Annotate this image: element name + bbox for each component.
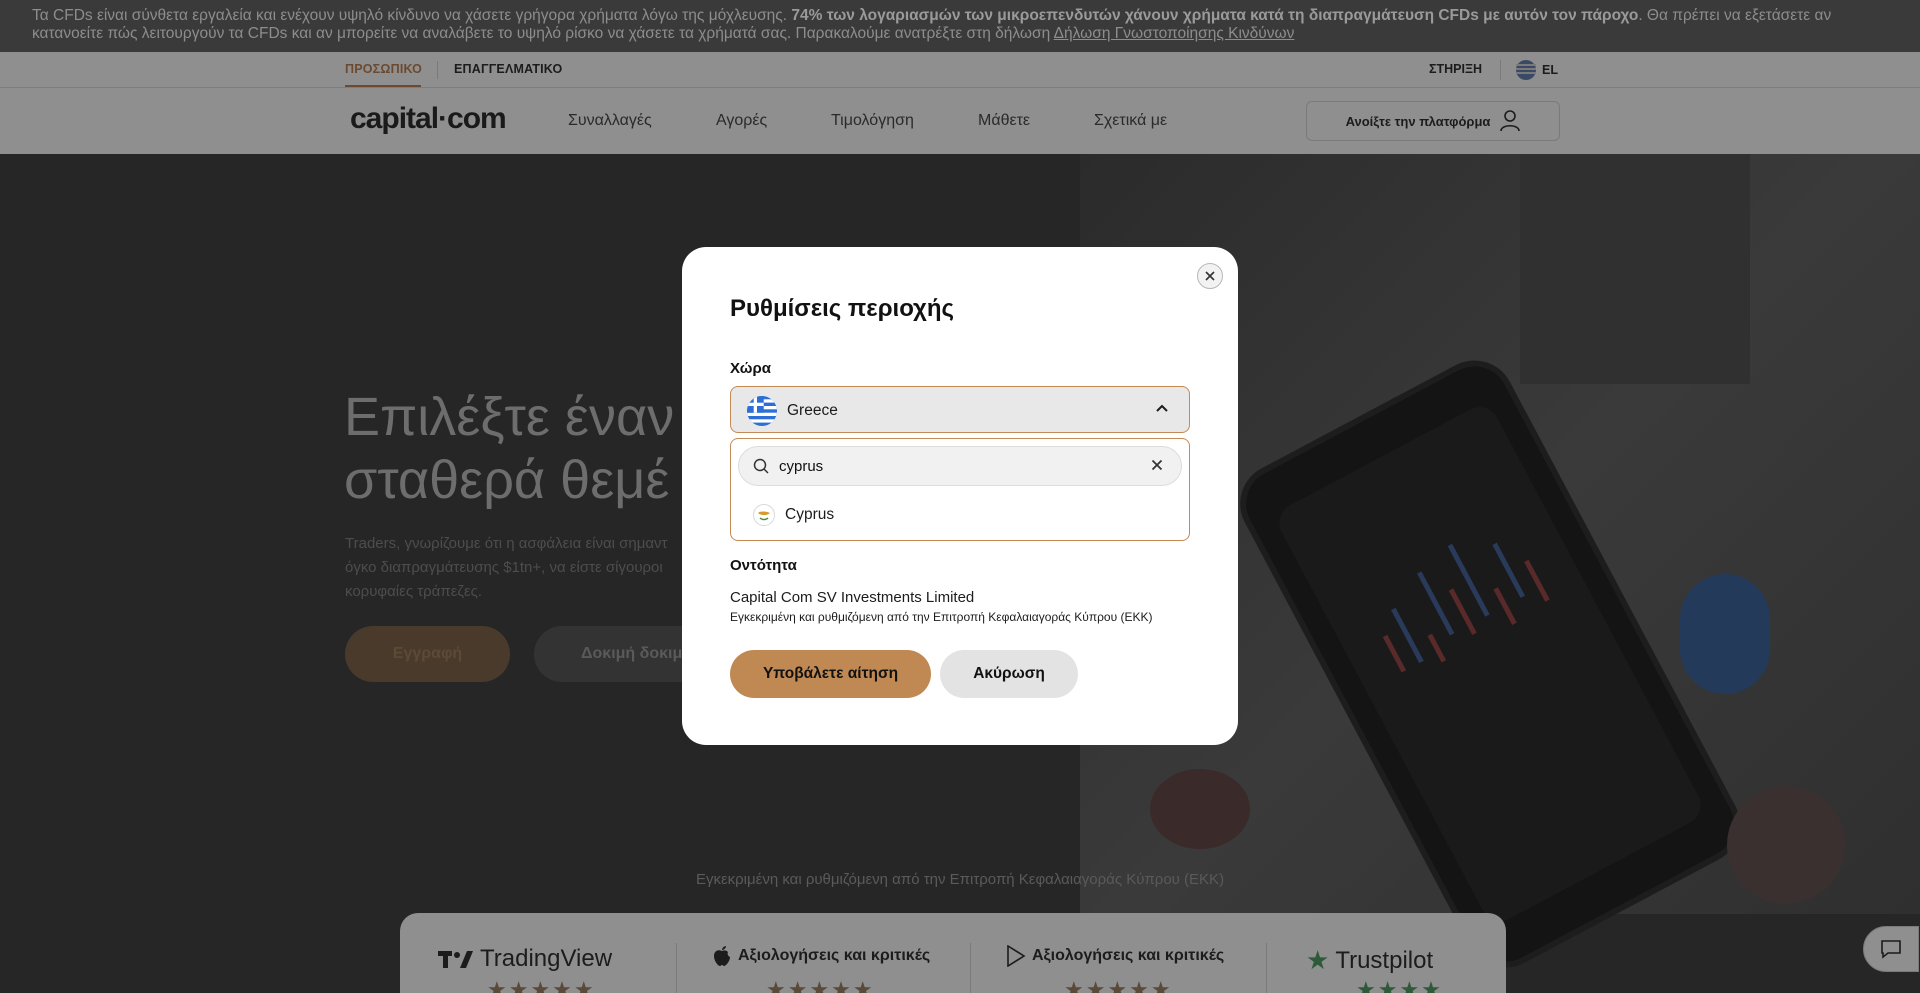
greece-flag-icon	[747, 396, 777, 426]
rating-divider	[676, 943, 677, 993]
google-play-icon	[1007, 945, 1026, 967]
cyprus-flag-icon	[753, 504, 775, 526]
nav-item-markets[interactable]: Αγορές	[716, 112, 767, 130]
selected-country: Greece	[787, 402, 838, 419]
hero-subtitle: Traders, γνωρίζουμε ότι η ασφάλεια είναι…	[345, 532, 705, 604]
modal-title: Ρυθμίσεις περιοχής	[730, 295, 954, 322]
country-option-cyprus[interactable]: Cyprus	[739, 496, 1183, 534]
nav-item-trading[interactable]: Συναλλαγές	[568, 112, 652, 130]
country-dropdown: Cyprus	[730, 438, 1190, 541]
chat-button[interactable]	[1863, 926, 1919, 972]
language-code: EL	[1542, 63, 1558, 77]
hero-subtitle-line3: κορυφαίες τράπεζες.	[345, 583, 483, 600]
country-search-input[interactable]	[779, 455, 1139, 477]
cancel-button[interactable]: Ακύρωση	[940, 650, 1078, 698]
hero-subtitle-line2: όγκο διαπραγμάτευσης $1tn+, να είστε σίγ…	[345, 559, 663, 576]
nav-item-pricing[interactable]: Τιμολόγηση	[831, 112, 914, 130]
apple-icon	[714, 946, 730, 966]
hero-title-line2: σταθερά θεμέ	[344, 450, 670, 510]
greece-flag-icon	[1516, 60, 1536, 80]
hero-regulator-text: Εγκεκριμένη και ρυθμιζόμενη από την Επιτ…	[695, 871, 1225, 888]
main-navigation: capital·com Συναλλαγές Αγορές Τιμολόγηση…	[0, 88, 1920, 154]
googleplay-stars: ★★★★★	[1064, 977, 1173, 993]
support-link[interactable]: ΣΤΗΡΙΞΗ	[1429, 62, 1482, 76]
modal-close-button[interactable]	[1197, 263, 1223, 289]
country-search-box[interactable]	[738, 446, 1182, 486]
submit-button[interactable]: Υποβάλετε αίτηση	[730, 650, 931, 698]
trustpilot-brand: Trustpilot	[1335, 946, 1434, 974]
risk-text-start: Τα CFDs είναι σύνθετα εργαλεία και ενέχο…	[32, 7, 792, 24]
tradingview-brand: TradingView	[480, 945, 613, 972]
rating-trustpilot[interactable]: ★ Trustpilot	[1306, 945, 1433, 976]
open-platform-label: Ανοίξτε την πλατφόρμα	[1345, 113, 1491, 129]
country-option-label: Cyprus	[785, 506, 835, 523]
nav-item-learn[interactable]: Μάθετε	[978, 112, 1030, 130]
signup-button[interactable]: Εγγραφή	[345, 626, 510, 682]
hero-decor-badge-red	[1150, 769, 1250, 849]
tradingview-logo-icon	[438, 951, 473, 968]
googleplay-label: Αξιολογήσεις και κριτικές	[1032, 947, 1225, 964]
segment-divider	[437, 61, 438, 79]
rating-tradingview[interactable]: TradingView	[438, 945, 612, 973]
user-icon	[1500, 110, 1521, 132]
tradingview-stars: ★★★★★	[487, 977, 596, 993]
hero-decor-badge-blue	[1680, 574, 1770, 694]
search-icon	[753, 458, 769, 474]
trustpilot-star-icon: ★	[1306, 945, 1330, 975]
trustpilot-stars: ★★★★	[1356, 977, 1443, 993]
language-selector[interactable]: EL	[1516, 60, 1558, 80]
rating-divider	[1266, 943, 1267, 993]
open-platform-button[interactable]: Ανοίξτε την πλατφόρμα	[1306, 101, 1560, 141]
segment-professional-tab[interactable]: ΕΠΑΓΓΕΛΜΑΤΙΚΟ	[454, 62, 562, 76]
appstore-label: Αξιολογήσεις και κριτικές	[738, 947, 931, 964]
risk-text-bold: 74% των λογαριασμών των μικροεπενδυτών χ…	[791, 7, 1639, 24]
rating-divider	[970, 943, 971, 993]
country-label: Χώρα	[730, 360, 771, 377]
hero-subtitle-line1: Traders, γνωρίζουμε ότι η ασφάλεια είναι…	[345, 535, 668, 552]
country-select[interactable]: Greece	[730, 386, 1190, 433]
segment-personal-tab[interactable]: ΠΡΟΣΩΠΙΚΟ	[345, 62, 422, 76]
chevron-up-icon[interactable]	[1155, 403, 1169, 413]
appstore-stars: ★★★★★	[766, 977, 875, 993]
risk-disclosure-link[interactable]: Δήλωση Γνωστοποίησης Κινδύνων	[1054, 25, 1295, 42]
entity-name: Capital Com SV Investments Limited	[730, 589, 975, 606]
nav-item-about[interactable]: Σχετικά με	[1094, 112, 1167, 130]
hero-decor-slab	[1520, 154, 1750, 384]
rating-appstore[interactable]: Αξιολογήσεις και κριτικές	[712, 945, 930, 967]
top-bar: ΠΡΟΣΩΠΙΚΟ ΕΠΑΓΓΕΛΜΑΤΙΚΟ ΣΤΗΡΙΞΗ EL	[0, 52, 1920, 88]
chat-icon	[1881, 940, 1901, 959]
capital-com-logo[interactable]: capital·com	[350, 102, 507, 136]
ratings-bar: TradingView ★★★★★ Αξιολογήσεις και κριτι…	[400, 913, 1506, 993]
active-segment-underline	[345, 85, 421, 87]
language-divider	[1500, 60, 1501, 80]
entity-description: Εγκεκριμένη και ρυθμιζόμενη από την Επιτ…	[730, 610, 1153, 624]
hero-title: Επιλέξτε έναν σταθερά θεμέ	[344, 386, 674, 512]
entity-label: Οντότητα	[730, 557, 797, 574]
clear-icon[interactable]	[1151, 459, 1163, 471]
rating-googleplay[interactable]: Αξιολογήσεις και κριτικές	[1006, 945, 1224, 967]
close-icon	[1205, 271, 1215, 281]
region-settings-modal: Ρυθμίσεις περιοχής Χώρα Greece cyprus Cy…	[682, 247, 1238, 745]
hero-title-line1: Επιλέξτε έναν	[344, 387, 675, 447]
risk-warning-banner: Τα CFDs είναι σύνθετα εργαλεία και ενέχο…	[0, 0, 1920, 52]
